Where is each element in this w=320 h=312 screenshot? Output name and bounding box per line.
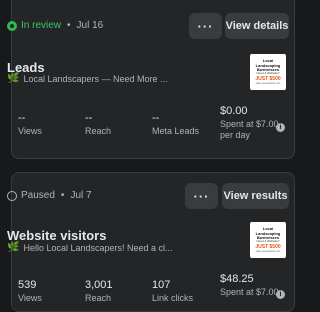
metric-value: 107 — [152, 279, 171, 291]
spend-label: Spent at $7.00 — [220, 119, 279, 129]
metric-spend: $48.25 Spent at $7.00 — [220, 273, 279, 298]
metric-value: 539 — [18, 279, 37, 291]
spend-label: per day — [220, 130, 251, 141]
separator: • — [67, 20, 71, 31]
metric-label: Reach — [85, 293, 112, 303]
ad-text-preview: 🌿 Hello Local Landscapers! Need a cl... — [7, 242, 173, 253]
separator: • — [60, 190, 65, 201]
ad-status: Paused • Jul 7 — [7, 190, 92, 201]
metric-value: -- — [85, 112, 93, 124]
metric-leads: -- Meta Leads — [152, 112, 199, 136]
metric-value: -- — [18, 112, 26, 124]
view-results-button[interactable]: View results — [222, 183, 289, 209]
spend-value: $48.25 — [220, 273, 254, 285]
metric-views: -- Views — [18, 112, 42, 136]
ad-text: Local Landscapers — Need More ... — [23, 73, 168, 84]
metric-spend: $0.00 Spent at $7.00 per day — [220, 105, 279, 142]
metric-label: Meta Leads — [152, 126, 200, 136]
metric-value: -- — [152, 112, 160, 124]
spend-value: $0.00 — [220, 105, 248, 117]
ad-objective-title: Website visitors — [7, 228, 107, 243]
ad-thumbnail[interactable]: Local Landscaping Businesses Need A Webs… — [250, 222, 286, 258]
metric-reach: 3,001 Reach — [85, 279, 113, 303]
ad-date: Jul 16 — [76, 20, 104, 31]
ad-status: In review • Jul 16 — [7, 20, 103, 31]
metric-link-clicks: 107 Link clicks — [152, 279, 193, 303]
ad-text: Hello Local Landscapers! Need a cl... — [23, 242, 173, 253]
metric-label: Views — [18, 126, 42, 136]
metric-views: 539 Views — [18, 279, 42, 303]
thumb-line: www.yourwebsite.com — [255, 249, 281, 253]
metric-label: Views — [18, 293, 42, 303]
paused-icon — [7, 190, 17, 201]
ad-date: Jul 7 — [70, 190, 92, 201]
ad-thumbnail[interactable]: Local Landscaping Businesses Need A Webs… — [250, 54, 286, 90]
more-options-button[interactable]: ··· — [189, 13, 222, 39]
ad-text-preview: 🌿 Local Landscapers — Need More ... — [7, 73, 168, 84]
info-icon[interactable]: i — [276, 123, 285, 132]
in-review-icon — [7, 20, 17, 31]
info-icon[interactable]: i — [276, 290, 285, 299]
metric-value: 3,001 — [85, 279, 113, 291]
leaf-icon: 🌿 — [7, 73, 20, 84]
metric-label: Link clicks — [152, 293, 194, 303]
leaf-icon: 🌿 — [7, 242, 20, 253]
thumb-line: www.yourwebsite.com — [255, 81, 281, 85]
metric-reach: -- Reach — [85, 112, 111, 136]
more-options-button[interactable]: ··· — [185, 183, 218, 209]
status-text: In review — [21, 20, 62, 31]
status-text: Paused — [21, 190, 55, 201]
view-details-button[interactable]: View details — [225, 13, 289, 39]
spend-label: Spent at $7.00 — [220, 287, 279, 297]
metric-label: Reach — [85, 126, 112, 136]
